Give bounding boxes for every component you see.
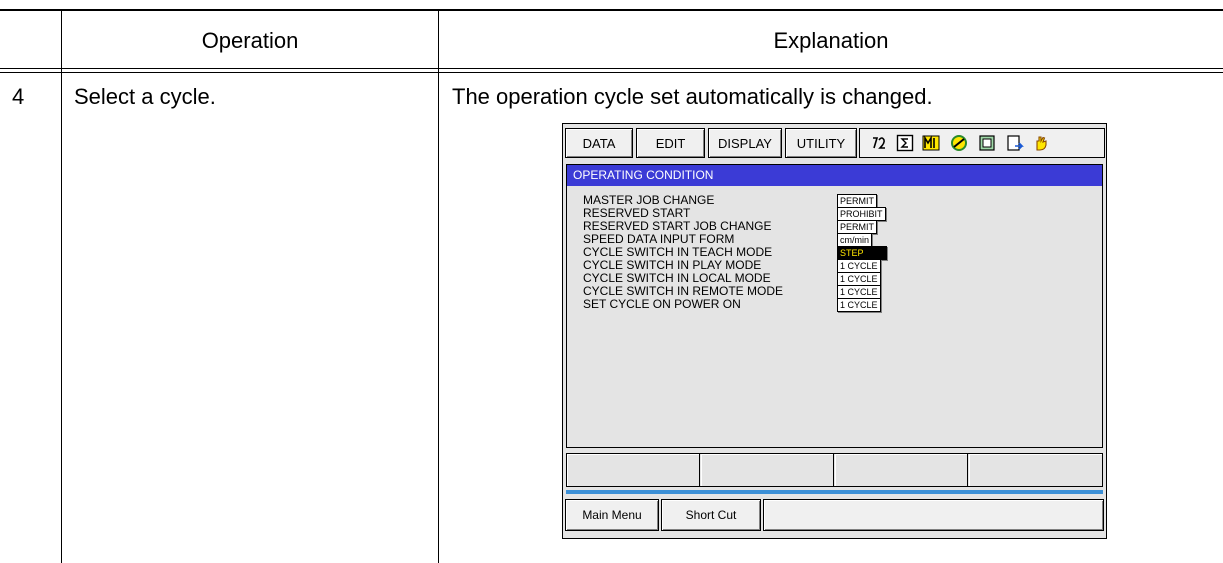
step-number: 4 <box>12 84 25 109</box>
menu-edit-button[interactable]: EDIT <box>636 128 705 158</box>
pendant-screen: DATA EDIT DISPLAY UTILITY OPERATING COND… <box>562 123 1107 539</box>
menu-bar: DATA EDIT DISPLAY UTILITY <box>565 126 1105 160</box>
condition-value[interactable]: cm/min <box>837 233 872 247</box>
function-key-4[interactable] <box>969 454 1102 486</box>
function-key-1[interactable] <box>567 454 700 486</box>
menu-display-button[interactable]: DISPLAY <box>708 128 782 158</box>
edit-lock-icon <box>1007 135 1024 151</box>
short-cut-button[interactable]: Short Cut <box>661 499 761 531</box>
header-explanation: Explanation <box>773 28 889 53</box>
manual-page: Operation Explanation 4 Select a cycle. … <box>0 0 1223 563</box>
operating-condition-panel: OPERATING CONDITION MASTER JOB CHANGE PER… <box>566 164 1103 448</box>
step-operation: Select a cycle. <box>74 84 216 109</box>
condition-value[interactable]: 1 CYCLE <box>837 272 881 286</box>
sigma-icon <box>896 134 914 152</box>
condition-value[interactable]: 1 CYCLE <box>837 298 881 312</box>
condition-value[interactable]: PROHIBIT <box>837 207 886 221</box>
column-divider-1 <box>61 10 62 563</box>
top-rule <box>0 9 1223 11</box>
status-separator <box>566 490 1103 494</box>
condition-value[interactable]: PERMIT <box>837 194 878 208</box>
condition-value[interactable]: STEP <box>837 246 887 260</box>
hand-icon <box>1036 136 1047 151</box>
menu-data-button[interactable]: DATA <box>565 128 633 158</box>
mode-icon <box>922 135 940 151</box>
condition-label: SET CYCLE ON POWER ON <box>583 297 741 311</box>
header-rule <box>0 68 1223 69</box>
step-explanation: The operation cycle set automatically is… <box>452 84 933 109</box>
condition-value[interactable]: 1 CYCLE <box>837 285 881 299</box>
function-key-2[interactable] <box>701 454 834 486</box>
function-key-row <box>566 453 1103 487</box>
condition-value[interactable]: 1 CYCLE <box>837 259 881 273</box>
tool-icon <box>951 135 967 151</box>
header-operation: Operation <box>201 28 299 53</box>
bottom-bar: Main Menu Short Cut <box>565 497 1104 535</box>
message-area <box>763 499 1104 531</box>
header-rule-2 <box>0 72 1223 73</box>
menu-utility-button[interactable]: UTILITY <box>785 128 857 158</box>
status-icon-area <box>859 128 1105 158</box>
function-key-3[interactable] <box>835 454 968 486</box>
column-divider-2 <box>438 10 439 563</box>
panel-title: OPERATING CONDITION <box>567 165 1102 186</box>
main-menu-button[interactable]: Main Menu <box>565 499 659 531</box>
screen-icon <box>979 135 995 151</box>
condition-value[interactable]: PERMIT <box>837 220 878 234</box>
cycle-icon <box>873 137 885 149</box>
